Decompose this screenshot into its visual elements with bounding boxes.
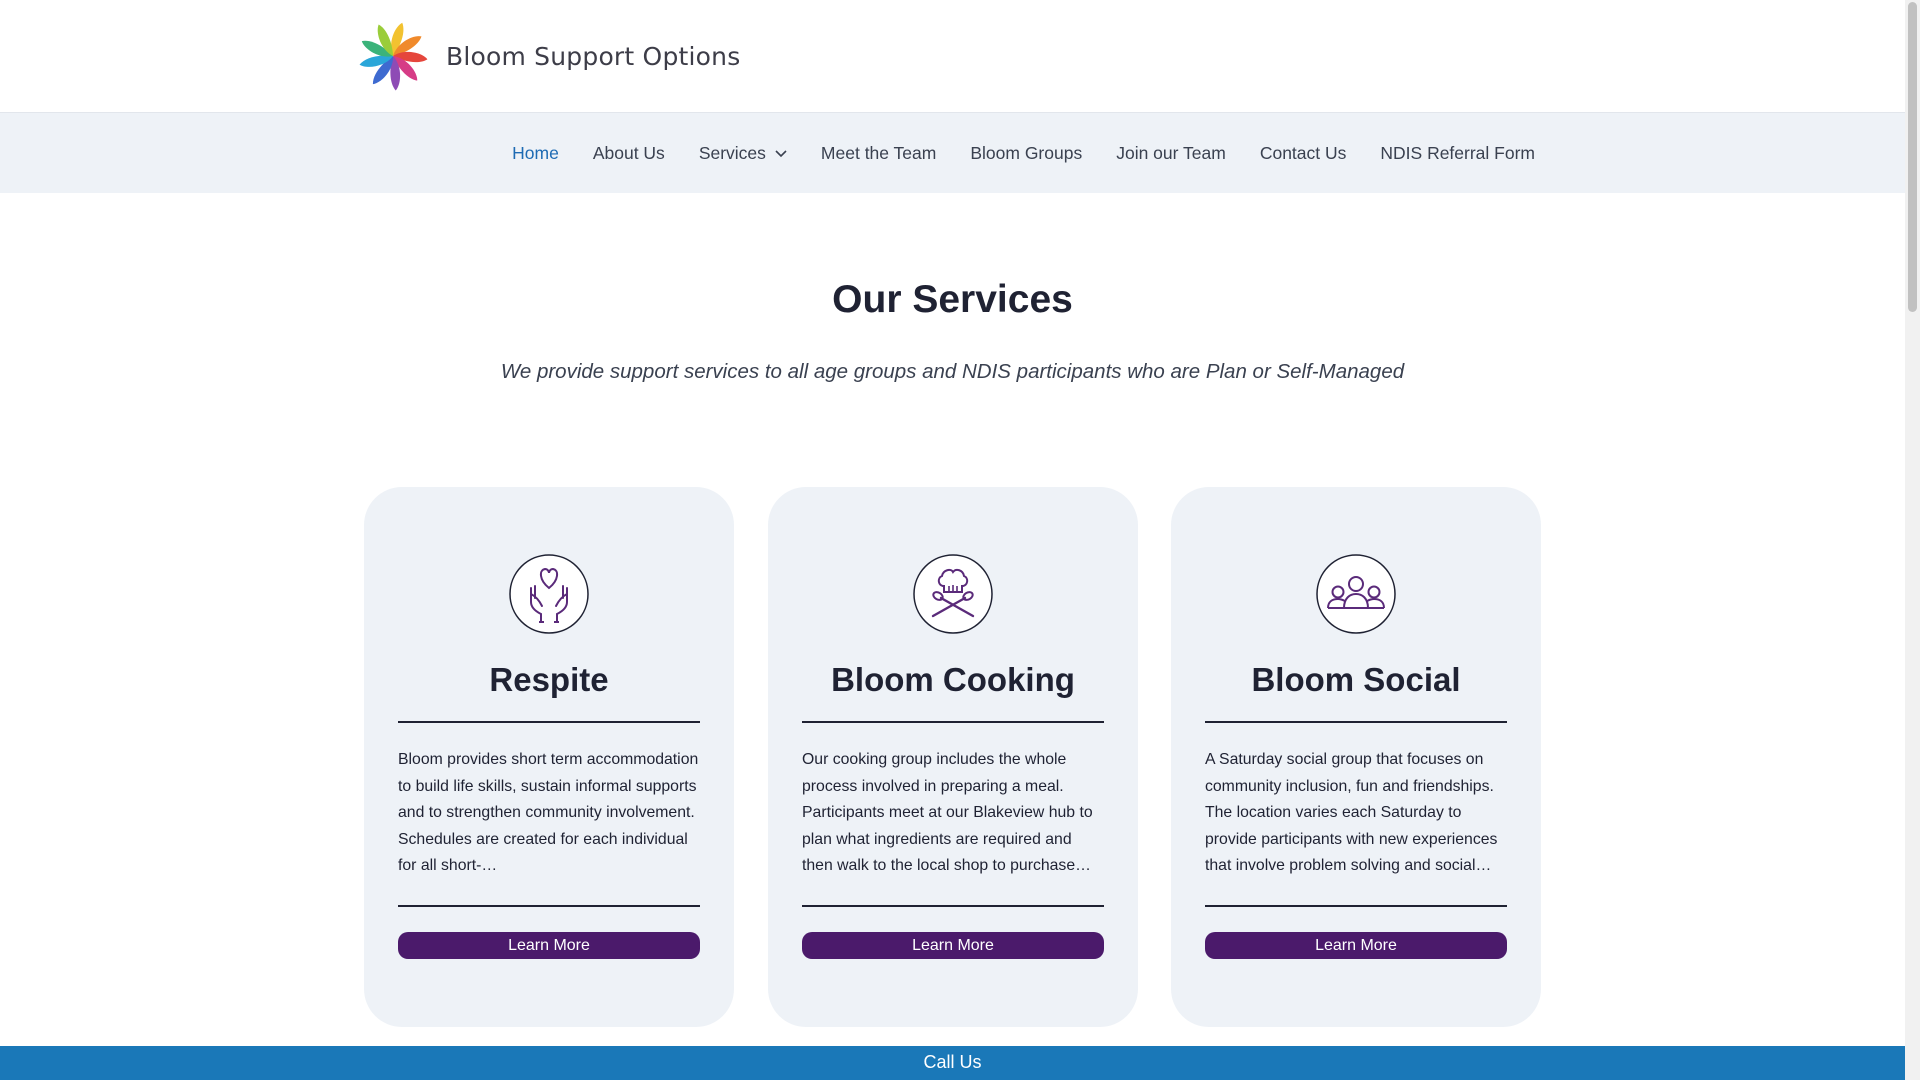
nav-list: Home About Us Services Meet the Team Blo… — [495, 113, 1552, 194]
nav-item-join-our-team[interactable]: Join our Team — [1099, 113, 1243, 194]
service-card-bloom-social: Bloom Social A Saturday social group tha… — [1171, 487, 1541, 1027]
service-card-bloom-cooking: Bloom Cooking Our cooking group includes… — [768, 487, 1138, 1027]
divider — [802, 905, 1104, 907]
nav-item-label: Services — [698, 143, 766, 163]
card-title: Respite — [489, 661, 609, 698]
call-us-button[interactable]: Call Us — [0, 1046, 1905, 1080]
card-description: A Saturday social group that focuses on … — [1205, 751, 1498, 874]
nav-item-label: Home — [512, 143, 559, 163]
card-title: Bloom Cooking — [831, 661, 1075, 698]
nav-item-services[interactable]: Services — [682, 113, 804, 194]
divider — [802, 721, 1104, 723]
chef-cooking-icon — [913, 554, 993, 634]
page-subtitle: We provide support services to all age g… — [500, 360, 1405, 383]
site-logo[interactable]: Bloom Support Options — [356, 18, 740, 94]
nav-item-label: Join our Team — [1116, 143, 1226, 163]
group-people-icon — [1316, 554, 1396, 634]
site-header: Bloom Support Options — [0, 0, 1905, 112]
learn-more-button[interactable]: Learn More — [1205, 932, 1507, 959]
nav-item-about-us[interactable]: About Us — [576, 113, 682, 194]
brand-name: Bloom Support Options — [446, 41, 741, 71]
main-navigation: Home About Us Services Meet the Team Blo… — [0, 112, 1905, 193]
divider — [1205, 721, 1507, 723]
nav-item-home[interactable]: Home — [495, 113, 576, 194]
service-card-respite: Respite Bloom provides short term accomm… — [364, 487, 734, 1027]
card-title: Bloom Social — [1251, 661, 1461, 698]
nav-item-bloom-groups[interactable]: Bloom Groups — [953, 113, 1099, 194]
learn-more-button[interactable]: Learn More — [398, 932, 700, 959]
nav-item-label: NDIS Referral Form — [1380, 143, 1535, 163]
chevron-down-icon — [775, 149, 787, 157]
card-description: Bloom provides short term accommodation … — [398, 751, 699, 874]
nav-item-label: Contact Us — [1259, 143, 1347, 163]
nav-item-label: Bloom Groups — [970, 143, 1083, 163]
nav-item-contact-us[interactable]: Contact Us — [1243, 113, 1364, 194]
divider — [398, 905, 700, 907]
card-description: Our cooking group includes the whole pro… — [802, 751, 1093, 874]
pinwheel-logo-icon — [359, 22, 428, 91]
nav-item-label: Meet the Team — [820, 143, 937, 163]
nav-item-label: About Us — [592, 143, 665, 163]
scrollbar-thumb[interactable] — [1908, 2, 1917, 312]
divider — [398, 721, 700, 723]
nav-item-ndis-referral-form[interactable]: NDIS Referral Form — [1363, 113, 1552, 194]
page-scrollbar[interactable] — [1905, 0, 1920, 1080]
nav-item-meet-the-team[interactable]: Meet the Team — [804, 113, 953, 194]
heart-hands-icon — [509, 554, 589, 634]
divider — [1205, 905, 1507, 907]
page-title: Our Services — [832, 278, 1073, 321]
learn-more-button[interactable]: Learn More — [802, 932, 1104, 959]
